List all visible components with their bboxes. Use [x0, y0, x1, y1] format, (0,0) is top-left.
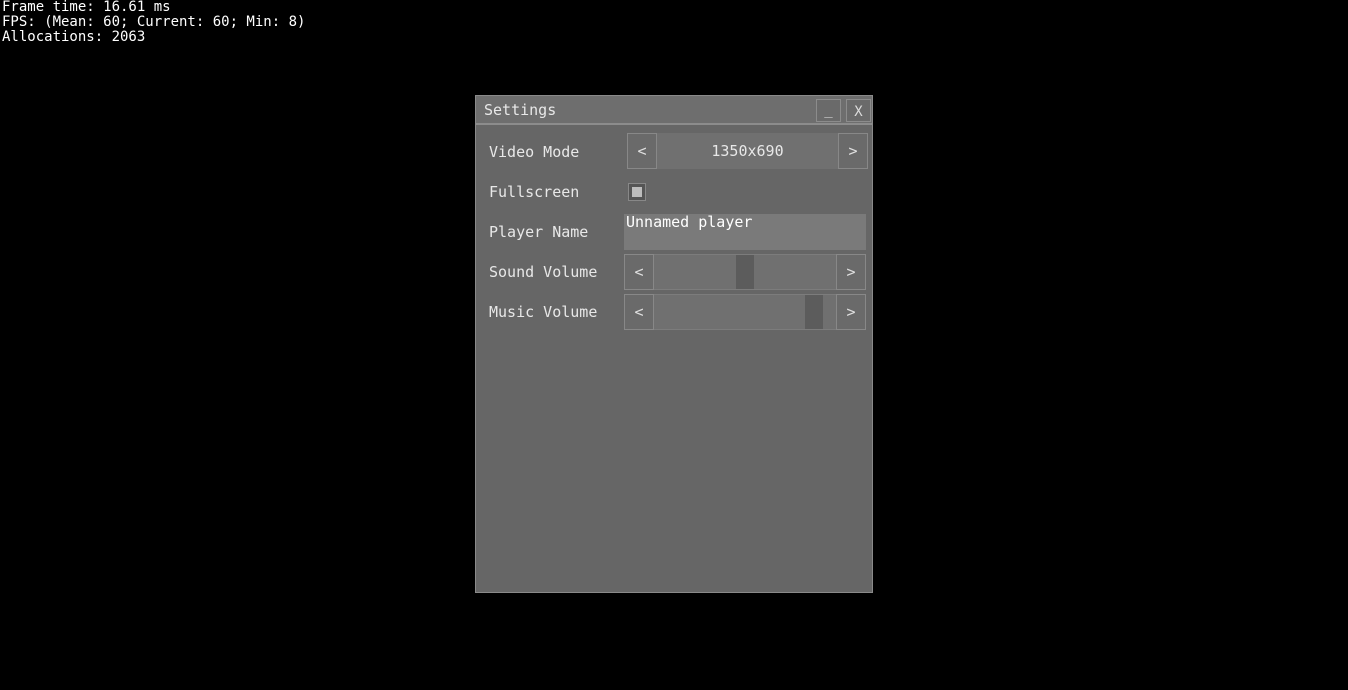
close-button[interactable]: X: [846, 99, 871, 122]
sound-volume-label: Sound Volume: [489, 263, 598, 281]
fps-text: FPS: (Mean: 60; Current: 60; Min: 8): [2, 14, 306, 30]
music-volume-slider: < >: [624, 294, 866, 330]
allocations-text: Allocations: 2063: [2, 29, 146, 45]
music-volume-increase-button[interactable]: >: [836, 294, 866, 330]
music-volume-label: Music Volume: [489, 303, 598, 321]
debug-stats-overlay: Frame time: 16.61 ms FPS: (Mean: 60; Cur…: [2, 0, 305, 45]
fullscreen-checkbox[interactable]: [628, 183, 646, 201]
sound-volume-thumb[interactable]: [736, 255, 754, 289]
window-titlebar[interactable]: Settings _ X: [476, 96, 872, 125]
video-mode-value: 1350x690: [657, 133, 838, 169]
sound-volume-increase-button[interactable]: >: [836, 254, 866, 290]
frame-time-text: Frame time: 16.61 ms: [2, 0, 171, 15]
sound-volume-track[interactable]: [654, 254, 836, 290]
video-mode-prev-button[interactable]: <: [627, 133, 657, 169]
player-name-label: Player Name: [489, 223, 589, 241]
music-volume-thumb[interactable]: [805, 295, 823, 329]
video-mode-label: Video Mode: [489, 143, 580, 161]
video-mode-selector: < 1350x690 >: [627, 133, 868, 169]
video-mode-next-button[interactable]: >: [838, 133, 868, 169]
sound-volume-decrease-button[interactable]: <: [624, 254, 654, 290]
sound-volume-slider: < >: [624, 254, 866, 290]
music-volume-track[interactable]: [654, 294, 836, 330]
settings-window: Settings _ X Video Mode < 1350x690 > Ful…: [475, 95, 873, 593]
checkbox-indicator: [632, 187, 642, 197]
fullscreen-label: Fullscreen: [489, 183, 580, 201]
minimize-button[interactable]: _: [816, 99, 841, 122]
window-title: Settings: [484, 101, 557, 119]
music-volume-decrease-button[interactable]: <: [624, 294, 654, 330]
player-name-input[interactable]: Unnamed player: [624, 214, 866, 250]
